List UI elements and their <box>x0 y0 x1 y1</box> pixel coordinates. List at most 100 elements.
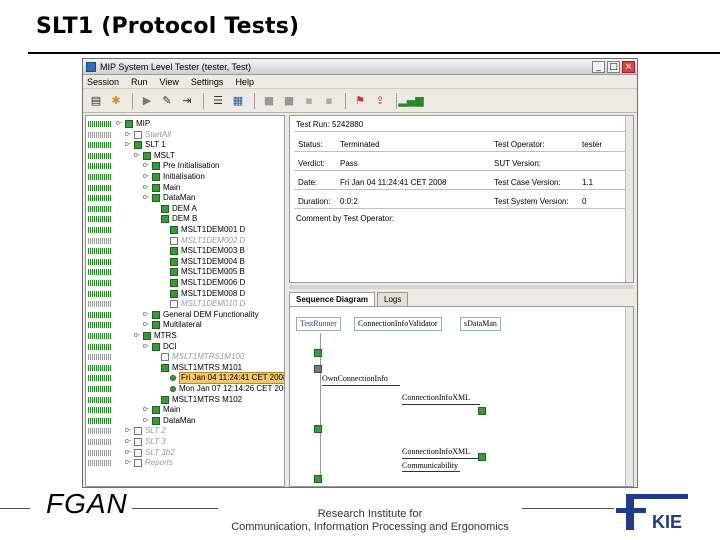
tree-node[interactable]: o- DataMan <box>88 193 195 203</box>
tree-toggle-icon[interactable]: o- <box>124 448 132 458</box>
tree-node[interactable]: MSLT1DEM001 D <box>88 225 245 235</box>
tree-node[interactable]: MSLT1MTRS M102 <box>88 395 242 405</box>
minimize-icon[interactable]: _ <box>592 60 605 73</box>
next-icon[interactable]: ⇥ <box>178 92 196 110</box>
disabled2-icon[interactable]: ▪ <box>320 92 338 110</box>
stop-icon[interactable]: ■ <box>260 92 278 110</box>
pane-splitter[interactable] <box>289 285 634 289</box>
tree-node[interactable]: MSLT1DEM002 D <box>88 236 245 246</box>
divider <box>294 189 629 190</box>
tree-node[interactable]: DEM A <box>88 204 197 214</box>
tree-toggle-icon[interactable]: o- <box>133 331 141 341</box>
lifeline-test-runner[interactable]: TestRunner <box>296 317 341 331</box>
grid-icon[interactable]: ▦ <box>229 92 247 110</box>
report-icon[interactable]: ⚑ <box>351 92 369 110</box>
tree-node[interactable]: MSLT1MTRS1M100 <box>88 352 244 362</box>
tree-node[interactable]: MSLT1DEM003 B <box>88 246 245 256</box>
tree-node-icon <box>143 332 151 340</box>
tree-toggle-icon[interactable]: o- <box>142 172 150 182</box>
open-icon[interactable]: ▤ <box>87 92 105 110</box>
tree-node-label: SLT 3 <box>145 437 166 446</box>
menu-view[interactable]: View <box>160 77 179 87</box>
tree-node[interactable]: o- StartAll <box>88 130 171 140</box>
tree-node[interactable]: o- SLT 3 <box>88 437 166 447</box>
export-icon[interactable]: ⇪ <box>371 92 389 110</box>
disabled-icon[interactable]: ▪ <box>300 92 318 110</box>
tree-node-label: MSLT1MTRS M102 <box>172 394 243 404</box>
tree-toggle-icon[interactable]: o- <box>142 310 150 320</box>
tree-node-icon <box>170 268 178 277</box>
tab-sequence-diagram[interactable]: Sequence Diagram <box>289 292 376 306</box>
tree-node[interactable]: o- SLT 1 <box>88 140 166 150</box>
lifeline-sdataman[interactable]: sDataMan <box>460 317 501 331</box>
tree-node[interactable]: o- MTRS <box>88 331 177 341</box>
tree-node[interactable]: o- General DEM Functionality <box>88 310 259 320</box>
list-icon[interactable]: ☰ <box>209 92 227 110</box>
tree-toggle-icon[interactable]: o- <box>124 130 132 140</box>
tree-node[interactable]: o- Pre Initialisation <box>88 161 219 171</box>
tree-node[interactable]: MSLT1DEM004 B <box>88 257 245 267</box>
test-tree[interactable]: o- MIP o- StartAll o- SLT 1 o- MSLT o- Pre Initia… <box>85 115 285 487</box>
tree-node[interactable]: o- Multilateral <box>88 320 202 330</box>
tree-toggle-icon[interactable]: o- <box>142 405 150 415</box>
stop2-icon[interactable]: ■ <box>280 92 298 110</box>
tree-node[interactable]: o- Reports <box>88 458 173 468</box>
menu-session[interactable]: Session <box>87 77 119 87</box>
tree-node-label: Main <box>163 405 181 415</box>
tab-logs[interactable]: Logs <box>377 292 409 306</box>
tree-toggle-icon[interactable]: o- <box>142 183 150 193</box>
edit-icon[interactable]: ✎ <box>158 92 176 110</box>
tree-node[interactable]: MSLT1DEM008 D <box>88 289 245 299</box>
tree-node[interactable]: MSLT1DEM005 B <box>88 267 245 277</box>
toolbar-separator <box>203 92 204 109</box>
verdict-bar <box>88 375 112 382</box>
window-titlebar[interactable]: MIP System Level Tester (tester, Test) _… <box>83 59 637 75</box>
tree-toggle-icon[interactable]: o- <box>133 151 141 161</box>
tree-node[interactable]: o- MIP <box>88 119 150 129</box>
tree-node-label: MSLT1DEM001 D <box>181 225 246 234</box>
tree-node[interactable]: o- Initialisation <box>88 172 205 182</box>
tree-node[interactable]: o- SLT 3b2 <box>88 448 175 458</box>
tree-node[interactable]: DEM B <box>88 214 197 224</box>
close-icon[interactable]: × <box>622 60 635 73</box>
message-label: ConnectionInfoXML <box>402 447 470 456</box>
lifeline-connection-info-validator[interactable]: ConnectionInfoValidator <box>354 317 442 331</box>
chart-icon[interactable]: ▂▄▆ <box>398 92 423 110</box>
tree-node[interactable]: MSLT1DEM006 D <box>88 278 245 288</box>
tree-toggle-icon[interactable]: o- <box>124 458 132 468</box>
diagram-scrollbar[interactable] <box>625 307 633 486</box>
verdict-bar <box>88 227 112 233</box>
tree-node[interactable]: o- SLT 2 <box>88 426 166 436</box>
settings-icon[interactable]: ✱ <box>107 92 125 110</box>
maximize-icon[interactable]: □ <box>607 60 620 73</box>
tree-node[interactable]: Fri Jan 04 11:24:41 CET 2008 <box>88 372 284 385</box>
tree-toggle-icon[interactable]: o- <box>142 193 150 203</box>
verdict-bar <box>88 417 112 424</box>
tree-toggle-icon[interactable]: o- <box>124 437 132 447</box>
comment-label: Comment by Test Operator: <box>296 214 395 223</box>
tree-node[interactable]: o- DataMan <box>88 416 195 426</box>
institute-name: Research Institute for Communication, In… <box>220 508 520 534</box>
tree-toggle-icon[interactable]: o- <box>142 342 150 352</box>
menu-run[interactable]: Run <box>131 77 148 87</box>
verdict-bar <box>88 290 112 297</box>
tree-node[interactable]: o- Main <box>88 183 180 193</box>
verdict-bar <box>88 121 112 127</box>
menu-help[interactable]: Help <box>235 77 254 87</box>
tree-node[interactable]: o- DCI <box>88 342 177 352</box>
tree-toggle-icon[interactable]: o- <box>142 416 150 426</box>
run-icon[interactable]: ▶ <box>138 92 156 110</box>
tree-node[interactable]: MSLT1DEM010 D <box>88 299 245 309</box>
menu-settings[interactable]: Settings <box>191 77 224 87</box>
tree-toggle-icon[interactable]: o- <box>124 426 132 436</box>
tree-toggle-icon[interactable]: o- <box>142 161 150 171</box>
tree-toggle-icon[interactable]: o- <box>115 119 123 129</box>
tree-node-label: DCI <box>163 341 177 351</box>
details-scrollbar[interactable] <box>625 116 633 282</box>
tree-node[interactable]: Mon Jan 07 12:14:26 CET 2008 <box>88 384 284 394</box>
tree-node[interactable]: MSLT1MTRS M101 <box>88 363 242 373</box>
tree-node[interactable]: o- MSLT <box>88 151 175 161</box>
tree-node[interactable]: o- Main <box>88 405 180 415</box>
tree-toggle-icon[interactable]: o- <box>142 320 150 330</box>
tree-toggle-icon[interactable]: o- <box>124 140 132 150</box>
